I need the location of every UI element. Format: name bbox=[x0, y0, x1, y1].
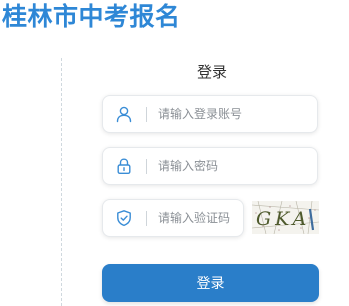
shield-icon bbox=[117, 210, 131, 227]
field-separator bbox=[146, 159, 147, 174]
field-separator bbox=[146, 211, 147, 226]
captcha-text: GKA bbox=[256, 208, 310, 230]
divider bbox=[61, 58, 62, 306]
username-field[interactable] bbox=[102, 95, 318, 133]
login-heading: 登录 bbox=[196, 63, 227, 81]
lock-icon bbox=[117, 158, 131, 175]
captcha-input[interactable] bbox=[158, 200, 240, 236]
user-icon bbox=[116, 106, 132, 123]
username-input[interactable] bbox=[158, 96, 308, 132]
field-separator bbox=[146, 107, 147, 122]
password-input[interactable] bbox=[158, 148, 308, 184]
password-field[interactable] bbox=[102, 147, 318, 185]
captcha-field[interactable] bbox=[102, 199, 244, 237]
captcha-image[interactable]: GKA bbox=[252, 201, 319, 234]
page-title: 桂林市中考报名 bbox=[2, 2, 181, 31]
login-button[interactable]: 登录 bbox=[102, 264, 319, 302]
